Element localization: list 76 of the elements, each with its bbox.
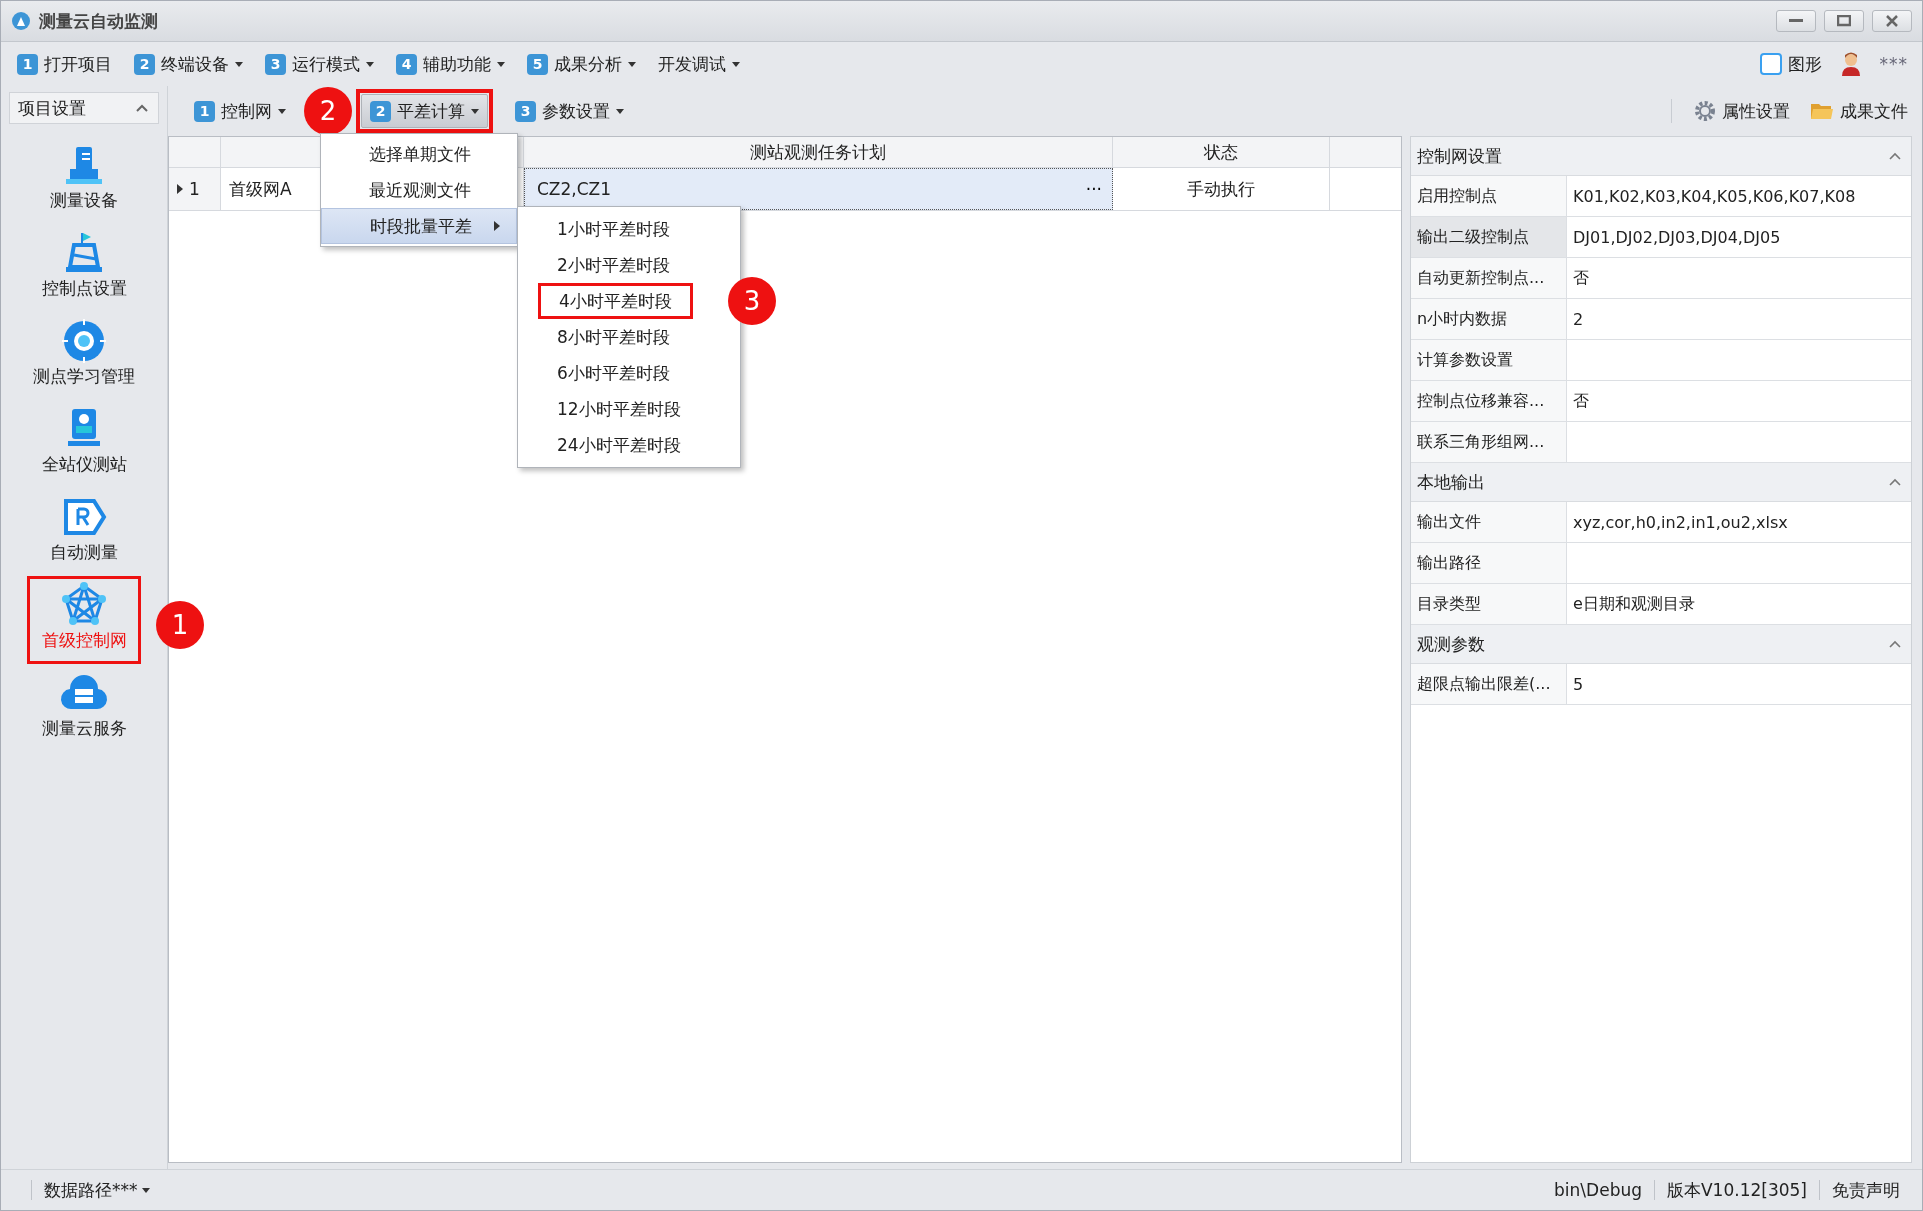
- section-title: 观测参数: [1417, 632, 1485, 656]
- checkbox-label: 图形: [1787, 52, 1822, 76]
- sidebar-item[interactable]: 自动测量: [27, 488, 141, 576]
- version-text: 版本V10.12[305]: [1666, 1178, 1808, 1202]
- callout-marker: 1: [156, 601, 204, 649]
- graphics-checkbox[interactable]: [1759, 53, 1782, 75]
- chevron-icon[interactable]: [1889, 640, 1901, 648]
- menu-item[interactable]: 3 运行模式: [263, 48, 376, 80]
- disclaimer-link[interactable]: 免责声明: [1820, 1178, 1912, 1202]
- toolbar-button[interactable]: 1 控制网: [185, 94, 295, 128]
- menu-item[interactable]: 12小时平差时段: [538, 391, 700, 427]
- minimize-icon: [1789, 19, 1803, 23]
- caret-icon: [141, 1187, 150, 1193]
- sidebar-item[interactable]: 测量云服务: [27, 664, 141, 752]
- table-cell: 首级网A: [229, 177, 292, 201]
- menu-item[interactable]: 时段批量平差: [321, 208, 517, 244]
- menu-item[interactable]: 选择单期文件: [321, 136, 517, 172]
- minimize-button[interactable]: [1776, 10, 1816, 32]
- property-value[interactable]: K01,K02,K03,K04,K05,K06,K07,K08: [1573, 186, 1856, 206]
- ellipsis-button[interactable]: ···: [1083, 179, 1104, 199]
- toolbar-button[interactable]: 成果文件: [1804, 98, 1914, 124]
- property-value[interactable]: 否: [1573, 390, 1589, 412]
- menu-item[interactable]: 4小时平差时段: [538, 283, 693, 319]
- property-value[interactable]: 否: [1573, 267, 1589, 289]
- sidebar-item[interactable]: 控制点设置: [27, 224, 141, 312]
- sidebar-item[interactable]: 全站仪测站: [27, 400, 141, 488]
- menu-item[interactable]: 1 打开项目: [15, 48, 114, 80]
- section-title: 本地输出: [1417, 470, 1485, 494]
- chevron-icon[interactable]: [1889, 478, 1901, 486]
- target-icon: [60, 317, 108, 365]
- property-value[interactable]: e日期和观测目录: [1573, 593, 1695, 615]
- sidebar-item[interactable]: 测量设备: [27, 136, 141, 224]
- callout-marker: 2: [304, 87, 352, 135]
- close-icon: [1885, 15, 1899, 27]
- property-value[interactable]: DJ01,DJ02,DJ03,DJ04,DJ05: [1573, 227, 1781, 247]
- table-cell: 手动执行: [1187, 177, 1255, 201]
- maximize-button[interactable]: [1824, 10, 1864, 32]
- menu-item[interactable]: 2 终端设备: [132, 48, 245, 80]
- close-button[interactable]: [1872, 10, 1912, 32]
- menu-item[interactable]: 4 辅助功能: [394, 48, 507, 80]
- property-value[interactable]: 5: [1573, 674, 1584, 694]
- window-title: 测量云自动监测: [39, 9, 159, 33]
- caret-icon: [471, 108, 479, 114]
- table-cell[interactable]: CZ2,CZ1: [537, 179, 612, 199]
- user-name: ***: [1879, 54, 1908, 74]
- section-title: 控制网设置: [1417, 144, 1502, 168]
- column-header[interactable]: 测站观测任务计划: [750, 140, 886, 164]
- user-avatar-icon[interactable]: [1839, 52, 1862, 76]
- toolbar-button[interactable]: 属性设置: [1688, 98, 1796, 124]
- row-number: 1: [189, 179, 200, 199]
- menu-item[interactable]: 开发调试: [656, 48, 742, 80]
- toolbar-button[interactable]: 2 平差计算: [361, 94, 488, 128]
- folder-icon: [1810, 101, 1834, 121]
- menu-item[interactable]: 最近观测文件: [321, 172, 517, 208]
- settings-icon: [1694, 100, 1716, 122]
- property-value[interactable]: 2: [1573, 309, 1584, 329]
- column-header[interactable]: 状态: [1204, 140, 1238, 164]
- sidebar-item[interactable]: 测点学习管理: [27, 312, 141, 400]
- caret-icon: [278, 108, 286, 114]
- caret-icon: [616, 108, 624, 114]
- sidebar-group-header[interactable]: 项目设置: [9, 92, 159, 124]
- property-value[interactable]: xyz,cor,h0,in2,in1,ou2,xlsx: [1573, 512, 1788, 532]
- toolbar-button[interactable]: 3 参数设置: [506, 94, 633, 128]
- menu-item[interactable]: 5 成果分析: [525, 48, 638, 80]
- chevron-icon[interactable]: [1889, 152, 1901, 160]
- menu-item[interactable]: 1小时平差时段: [538, 211, 689, 247]
- menu-item[interactable]: 2小时平差时段: [538, 247, 689, 283]
- data-path-dropdown[interactable]: 数据路径***: [32, 1178, 162, 1202]
- menu-item[interactable]: 24小时平差时段: [538, 427, 700, 463]
- maximize-icon: [1837, 15, 1851, 27]
- callout-marker: 3: [728, 277, 776, 325]
- build-path: bin\Debug: [1553, 1180, 1643, 1200]
- group-title: 项目设置: [18, 96, 86, 120]
- menu-item[interactable]: 8小时平差时段: [538, 319, 689, 355]
- menu-item[interactable]: 6小时平差时段: [538, 355, 689, 391]
- app-logo-icon: [11, 11, 31, 31]
